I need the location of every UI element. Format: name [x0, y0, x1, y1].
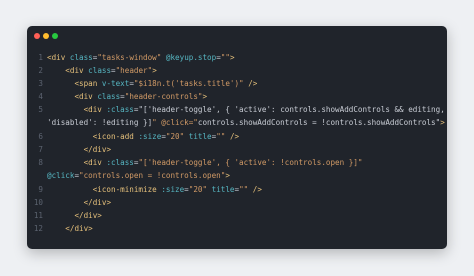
code-text: 'disabled': !editing }]" @click="control…: [47, 118, 445, 127]
code-text: <div class="header-controls">: [74, 92, 208, 101]
code-window: 1 <div class="tasks-window" @keyup.stop="…: [27, 26, 447, 249]
code-line: @click="controls.open = !controls.open">: [27, 169, 447, 183]
line-number: 5: [38, 105, 43, 114]
line-number: 2: [38, 66, 43, 75]
code-line: 7 </div>: [27, 143, 447, 156]
code-text: <span v-text="$i18n.t('tasks.title')" />: [74, 79, 258, 88]
line-number: 10: [33, 198, 43, 207]
line-number: 11: [33, 211, 43, 220]
window-titlebar: [27, 26, 447, 46]
line-number: 4: [38, 92, 43, 101]
code-line: 12 </div>: [27, 222, 447, 235]
line-number: 12: [33, 224, 43, 233]
code-text: </div>: [83, 145, 112, 154]
close-dot-icon: [34, 33, 40, 39]
minimize-dot-icon: [43, 33, 49, 39]
code-text: </div>: [74, 211, 102, 220]
line-number: 8: [38, 158, 43, 167]
code-line: 1 <div class="tasks-window" @keyup.stop="…: [27, 51, 447, 64]
code-text: </div>: [65, 224, 93, 233]
line-number: 6: [38, 132, 43, 141]
line-number: 1: [38, 53, 43, 62]
line-number: 9: [38, 185, 43, 194]
code-block: 1 <div class="tasks-window" @keyup.stop="…: [27, 51, 447, 235]
code-line: 'disabled': !editing }]" @click="control…: [27, 116, 447, 130]
zoom-dot-icon: [52, 33, 58, 39]
code-text: <div class="header">: [65, 66, 157, 75]
code-text: @click="controls.open = !controls.open">: [47, 171, 230, 180]
code-line: 11 </div>: [27, 209, 447, 222]
code-line: 10 </div>: [27, 196, 447, 209]
code-line: 8 <div :class="['header-toggle', { 'acti…: [27, 156, 447, 169]
code-text: <div :class="['header-toggle', { 'active…: [83, 105, 445, 114]
code-text: <icon-minimize :size="20" title="" />: [92, 185, 262, 194]
line-number: 7: [38, 145, 43, 154]
line-number: 3: [38, 79, 43, 88]
code-line: 5 <div :class="['header-toggle', { 'acti…: [27, 103, 447, 116]
code-text: <div :class="['header-toggle', { 'active…: [83, 158, 363, 167]
code-text: <div class="tasks-window" @keyup.stop=""…: [47, 53, 235, 62]
code-line: 9 <icon-minimize :size="20" title="" />: [27, 183, 447, 196]
code-line: 2 <div class="header">: [27, 64, 447, 77]
code-text: </div>: [83, 198, 112, 207]
code-line: 3 <span v-text="$i18n.t('tasks.title')" …: [27, 77, 447, 90]
code-text: <icon-add :size="20" title="" />: [92, 132, 240, 141]
code-line: 6 <icon-add :size="20" title="" />: [27, 130, 447, 143]
code-line: 4 <div class="header-controls">: [27, 90, 447, 103]
